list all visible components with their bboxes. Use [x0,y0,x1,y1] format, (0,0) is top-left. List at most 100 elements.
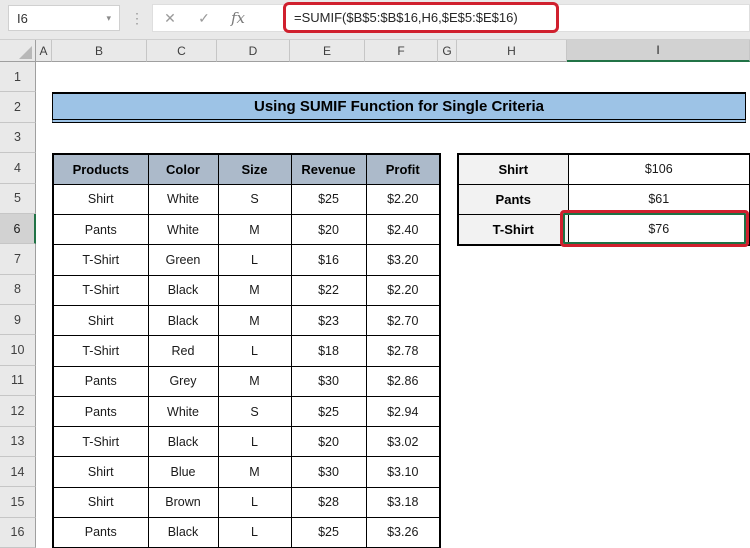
cell-revenue[interactable]: $28 [290,486,367,519]
row-header[interactable]: 10 [0,335,36,366]
row-header[interactable]: 8 [0,274,36,305]
cell-product[interactable]: Pants [52,214,149,246]
cell-revenue[interactable]: $18 [290,335,367,367]
cell-revenue[interactable]: $23 [290,304,367,337]
cell-color[interactable]: Red [147,335,219,367]
cell-revenue[interactable]: $25 [290,395,367,428]
cell-revenue[interactable]: $30 [290,456,367,488]
cell-product[interactable]: T-Shirt [52,426,149,458]
cell-product[interactable]: T-Shirt [52,335,149,367]
row-header[interactable]: 1 [0,62,36,93]
cell-revenue[interactable]: $22 [290,274,367,306]
cell-product[interactable]: Shirt [52,456,149,488]
cell-profit[interactable]: $2.86 [365,365,441,397]
cell-color[interactable]: Black [147,517,219,548]
cell-color[interactable]: White [147,183,219,216]
cell-profit[interactable]: $2.94 [365,395,441,428]
insert-function-icon[interactable]: fx [221,9,255,27]
row-header[interactable]: 11 [0,365,36,397]
cell-revenue[interactable]: $20 [290,426,367,458]
criteria-label-cell[interactable]: Pants [457,183,569,216]
column-header[interactable]: D [217,40,290,62]
row-header[interactable]: 5 [0,183,36,214]
cell-color[interactable]: Green [147,244,219,276]
select-all-button[interactable] [0,40,36,62]
products-table-header-cell[interactable]: Color [147,153,219,185]
row-header[interactable]: 2 [0,92,36,123]
row-header[interactable]: 16 [0,517,36,548]
row-header[interactable]: 12 [0,396,36,427]
products-table-header-cell[interactable]: Products [52,153,149,185]
row-header[interactable]: 15 [0,487,36,518]
cell-size[interactable]: M [217,214,292,246]
column-header[interactable]: H [457,40,567,62]
cell-product[interactable]: Shirt [52,304,149,337]
column-header[interactable]: I [567,40,750,62]
formula-input[interactable]: =SUMIF($B$5:$B$16,H6,$E$5:$E$16) [294,10,518,25]
cell-product[interactable]: Shirt [52,486,149,519]
row-header[interactable]: 4 [0,153,36,184]
cell-profit[interactable]: $3.18 [365,486,441,519]
cell-profit[interactable]: $2.70 [365,304,441,337]
cell-profit[interactable]: $3.10 [365,456,441,488]
cell-profit[interactable]: $2.78 [365,335,441,367]
cell-revenue[interactable]: $20 [290,214,367,246]
cell-profit[interactable]: $3.26 [365,517,441,548]
cell-product[interactable]: T-Shirt [52,274,149,306]
cell-size[interactable]: L [217,486,292,519]
cell-revenue[interactable]: $30 [290,365,367,397]
enter-icon[interactable]: ✓ [187,10,221,27]
cell-profit[interactable]: $3.20 [365,244,441,276]
cell-size[interactable]: M [217,274,292,306]
cancel-icon[interactable]: ✕ [153,10,187,27]
cell-revenue[interactable]: $25 [290,183,367,216]
cell-color[interactable]: Black [147,304,219,337]
cell-color[interactable]: Brown [147,486,219,519]
column-header[interactable]: F [365,40,438,62]
column-header[interactable]: B [52,40,147,62]
column-header[interactable]: E [290,40,365,62]
cell-size[interactable]: L [217,517,292,548]
cell-color[interactable]: White [147,214,219,246]
column-header[interactable]: C [147,40,217,62]
cell-product[interactable]: Pants [52,395,149,428]
cell-revenue[interactable]: $16 [290,244,367,276]
row-header[interactable]: 14 [0,456,36,488]
cell-size[interactable]: S [217,395,292,428]
products-table-header-cell[interactable]: Revenue [290,153,367,185]
cell-product[interactable]: T-Shirt [52,244,149,276]
more-options-icon[interactable]: ⋮ [130,5,144,31]
cell-product[interactable]: Pants [52,517,149,548]
cell-profit[interactable]: $2.40 [365,214,441,246]
cell-color[interactable]: Black [147,426,219,458]
cell-color[interactable]: Grey [147,365,219,397]
cell-color[interactable]: Black [147,274,219,306]
cell-color[interactable]: Blue [147,456,219,488]
cell-size[interactable]: L [217,335,292,367]
cell-size[interactable]: M [217,304,292,337]
row-header[interactable]: 3 [0,122,36,154]
column-header[interactable]: A [36,40,52,62]
row-header[interactable]: 7 [0,244,36,275]
title-banner[interactable]: Using SUMIF Function for Single Criteria [52,92,746,123]
cell-size[interactable]: L [217,244,292,276]
products-table-header-cell[interactable]: Profit [365,153,441,185]
cell-profit[interactable]: $3.02 [365,426,441,458]
cell-size[interactable]: L [217,426,292,458]
criteria-label-cell[interactable]: Shirt [457,153,569,185]
cell-size[interactable]: M [217,365,292,397]
cell-color[interactable]: White [147,395,219,428]
cell-size[interactable]: M [217,456,292,488]
chevron-down-icon[interactable]: ▾ [106,13,111,24]
row-header[interactable]: 6 [0,213,36,245]
criteria-label-cell[interactable]: T-Shirt [457,214,569,246]
cell-size[interactable]: S [217,183,292,216]
row-header[interactable]: 9 [0,305,36,336]
products-table-header-cell[interactable]: Size [217,153,292,185]
cell-product[interactable]: Shirt [52,183,149,216]
row-header[interactable]: 13 [0,426,36,457]
cell-profit[interactable]: $2.20 [365,274,441,306]
column-header[interactable]: G [438,40,457,62]
result-value-cell[interactable]: $76 [567,214,750,246]
result-value-cell[interactable]: $106 [567,153,750,185]
